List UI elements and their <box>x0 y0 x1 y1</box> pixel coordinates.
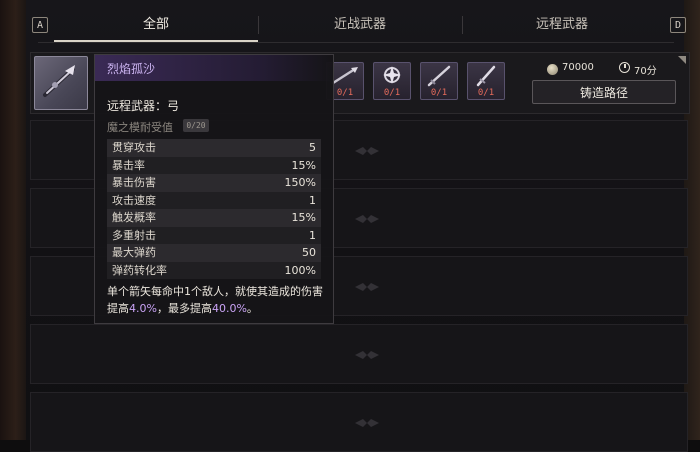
stat-value: 15% <box>291 158 316 172</box>
active-tab-indicator <box>54 40 258 42</box>
stat-value: 1 <box>309 193 316 207</box>
ornament-icon <box>355 215 379 223</box>
key-hint-d[interactable]: D <box>670 17 686 33</box>
stat-value: 100% <box>284 263 316 277</box>
stat-row: 最大弹药 50 <box>107 244 321 262</box>
desc-text: 。 <box>246 302 258 315</box>
stat-row: 触发概率 15% <box>107 209 321 227</box>
tab-melee[interactable]: 近战武器 <box>258 10 462 40</box>
background-left <box>0 0 26 440</box>
desc-highlight: 40.0% <box>211 302 247 315</box>
stat-name: 最大弹药 <box>112 246 156 259</box>
stat-row: 贯穿攻击 5 <box>107 139 321 157</box>
ornament-icon <box>355 147 379 155</box>
empty-recipe-row[interactable] <box>30 324 688 384</box>
bow-icon <box>43 65 75 97</box>
gold-cost: 70000 <box>562 62 594 73</box>
stat-value: 15% <box>291 211 316 224</box>
weapon-name: 烈焰孤沙 <box>107 62 156 76</box>
desc-text: ，最多提高 <box>156 302 212 315</box>
material-count: 0/1 <box>383 88 401 98</box>
weapon-tooltip: 烈焰孤沙 远程武器：弓 魔之模耐受值 0/20 贯穿攻击 5 暴击率 15% 暴击伤… <box>94 54 334 324</box>
weapon-description: 单个箭矢每命中1个敌人，就使其造成的伤害提高4.0%，最多提高40.0%。 <box>107 283 325 317</box>
blade-icon <box>427 65 451 87</box>
stats-table: 贯穿攻击 5 暴击率 15% 暴击伤害 150% 攻击速度 1 触发概率 15% 多重射击… <box>107 139 321 279</box>
material-count: 0/1 <box>430 88 448 98</box>
material-count: 0/1 <box>477 88 495 98</box>
clock-icon <box>619 62 630 73</box>
stat-row: 弹药转化率 100% <box>107 261 321 279</box>
tab-all[interactable]: 全部 <box>54 10 258 40</box>
stat-name: 弹药转化率 <box>112 263 167 277</box>
tab-ranged[interactable]: 远程武器 <box>462 10 662 40</box>
stat-value: 1 <box>309 228 316 242</box>
material-slot[interactable]: 0/1 <box>373 62 411 100</box>
corner-marker <box>678 56 686 64</box>
stat-name: 多重射击 <box>112 228 156 242</box>
blessing-label: 魔之模耐受值 <box>107 121 173 134</box>
ornament-icon <box>355 419 379 427</box>
ornament-icon <box>355 351 379 359</box>
coin-icon <box>547 64 558 75</box>
stat-name: 暴击伤害 <box>112 176 156 189</box>
material-slot[interactable]: 0/1 <box>467 62 505 100</box>
stat-value: 5 <box>309 141 316 154</box>
material-slot[interactable]: 0/1 <box>420 62 458 100</box>
stat-row: 多重射击 1 <box>107 226 321 244</box>
forge-time: 70分 <box>634 66 657 77</box>
stat-name: 攻击速度 <box>112 193 156 207</box>
ornament-icon <box>355 283 379 291</box>
stat-name: 暴击率 <box>112 158 145 172</box>
stat-row: 攻击速度 1 <box>107 191 321 209</box>
desc-highlight: 4.0% <box>129 302 157 315</box>
sword-icon <box>476 65 496 87</box>
blessing-value-badge: 0/20 <box>183 119 209 132</box>
tab-bar-line <box>38 42 674 43</box>
weapon-type: 远程武器：弓 <box>107 99 180 113</box>
stat-row: 暴击伤害 150% <box>107 174 321 192</box>
stat-value: 150% <box>284 176 316 189</box>
cost-info: 70000 70分 铸造路径 <box>520 54 688 112</box>
emblem-icon <box>383 66 401 84</box>
weapon-thumbnail[interactable] <box>34 56 88 110</box>
key-hint-a[interactable]: A <box>32 17 48 33</box>
stat-name: 触发概率 <box>112 211 156 224</box>
forge-path-button[interactable]: 铸造路径 <box>532 80 676 104</box>
empty-recipe-row[interactable] <box>30 392 688 452</box>
stat-row: 暴击率 15% <box>107 156 321 174</box>
tooltip-header: 烈焰孤沙 <box>95 55 333 81</box>
stat-name: 贯穿攻击 <box>112 141 156 154</box>
stat-value: 50 <box>302 246 316 259</box>
